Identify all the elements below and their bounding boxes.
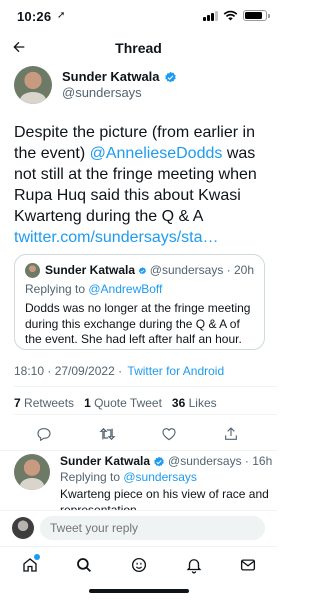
tweet-timestamp: 18:10 · 27/09/2022 · bbox=[14, 364, 126, 378]
heart-icon bbox=[162, 428, 176, 441]
quote-text: Dodds was no longer at the fringe meetin… bbox=[25, 301, 251, 346]
verified-badge-icon bbox=[154, 456, 164, 466]
verified-badge-icon bbox=[138, 266, 146, 274]
tweet-meta: 18:10 · 27/09/2022 · Twitter for Android bbox=[14, 364, 224, 378]
avatar bbox=[25, 263, 40, 278]
retweet-button[interactable] bbox=[97, 424, 117, 444]
divider bbox=[14, 386, 277, 387]
quote-meta: @sundersays · 20h bbox=[149, 263, 254, 277]
reply-meta: @sundersays · 16h bbox=[168, 454, 273, 468]
tab-notifications[interactable] bbox=[184, 555, 204, 575]
quote-replying-to: Replying to @AndrewBoff bbox=[25, 282, 254, 297]
tab-messages[interactable] bbox=[238, 555, 258, 575]
retweets-stat[interactable]: 7 Retweets bbox=[14, 396, 74, 410]
reply-body: Sunder Katwala @sundersays · 16h Replyin… bbox=[60, 454, 272, 518]
search-icon bbox=[77, 558, 92, 573]
avatar bbox=[12, 517, 34, 539]
likes-stat[interactable]: 36 Likes bbox=[172, 396, 217, 410]
reply-author-name: Sunder Katwala bbox=[60, 454, 151, 468]
reply-button[interactable] bbox=[34, 424, 54, 444]
tweet-stats: 7 Retweets 1 Quote Tweet 36 Likes bbox=[14, 396, 221, 410]
retweets-label: Retweets bbox=[24, 396, 75, 410]
reply-header: Sunder Katwala @sundersays · 16h bbox=[60, 454, 272, 469]
main-tweet: Sunder Katwala @sundersays Despite the p… bbox=[14, 66, 265, 248]
bottom-tab-bar bbox=[0, 546, 277, 580]
tweet-text: Despite the picture (from earlier in the… bbox=[14, 122, 264, 248]
author-name[interactable]: Sunder Katwala bbox=[62, 69, 177, 85]
wifi-icon bbox=[223, 10, 238, 21]
status-bar: 10:26 ➚ bbox=[0, 0, 277, 32]
retweet-icon bbox=[98, 427, 116, 441]
bell-icon bbox=[186, 559, 202, 574]
share-icon bbox=[225, 427, 237, 440]
verified-badge-icon bbox=[164, 71, 176, 82]
thread-header: Thread bbox=[0, 32, 277, 62]
tab-spaces[interactable] bbox=[129, 555, 149, 575]
quote-author-name: Sunder Katwala bbox=[45, 263, 136, 277]
replying-handle-link[interactable]: @sundersays bbox=[123, 470, 197, 484]
quotes-label: Quote Tweet bbox=[94, 396, 162, 410]
author-name-text: Sunder Katwala bbox=[62, 69, 160, 84]
avatar[interactable] bbox=[14, 454, 50, 490]
home-indicator bbox=[88, 589, 189, 593]
page-title: Thread bbox=[115, 40, 162, 56]
mention-link[interactable]: @AnnelieseDodds bbox=[90, 145, 223, 162]
replying-handle-link[interactable]: @AndrewBoff bbox=[88, 282, 162, 296]
quotes-stat[interactable]: 1 Quote Tweet bbox=[84, 396, 162, 410]
quote-header: Sunder Katwala @sundersays · 20h bbox=[25, 263, 254, 278]
quotes-count: 1 bbox=[84, 396, 91, 410]
tweet-actions bbox=[0, 424, 277, 444]
reply-tweet[interactable]: Sunder Katwala @sundersays · 16h Replyin… bbox=[14, 454, 272, 518]
location-icon: ➚ bbox=[57, 10, 66, 21]
notification-dot bbox=[34, 554, 40, 560]
tweet-author: Sunder Katwala @sundersays bbox=[14, 66, 265, 104]
status-time: 10:26 bbox=[17, 9, 52, 24]
quoted-tweet[interactable]: Sunder Katwala @sundersays · 20h Replyin… bbox=[14, 254, 265, 350]
reply-input[interactable] bbox=[40, 516, 265, 540]
tab-search[interactable] bbox=[74, 555, 94, 575]
client-link[interactable]: Twitter for Android bbox=[127, 364, 224, 378]
spaces-icon bbox=[131, 557, 147, 573]
battery-icon bbox=[243, 10, 270, 21]
signal-icon bbox=[203, 10, 218, 21]
replying-prefix: Replying to bbox=[60, 470, 124, 484]
battery-level bbox=[245, 12, 262, 19]
compose-bar bbox=[0, 510, 277, 544]
likes-label: Likes bbox=[188, 396, 217, 410]
divider bbox=[14, 414, 277, 415]
author-names: Sunder Katwala @sundersays bbox=[62, 69, 177, 101]
author-handle[interactable]: @sundersays bbox=[62, 85, 177, 101]
tab-home[interactable] bbox=[20, 554, 40, 575]
status-icons bbox=[203, 10, 270, 21]
reply-icon bbox=[37, 428, 51, 442]
like-button[interactable] bbox=[159, 424, 179, 444]
mail-icon bbox=[240, 559, 256, 571]
reply-replying-to: Replying to @sundersays bbox=[60, 470, 272, 485]
avatar[interactable] bbox=[14, 66, 52, 104]
tweet-link[interactable]: twitter.com/sundersays/sta… bbox=[14, 229, 219, 246]
retweets-count: 7 bbox=[14, 396, 21, 410]
divider bbox=[0, 450, 277, 451]
share-button[interactable] bbox=[221, 424, 241, 444]
replying-prefix: Replying to bbox=[25, 282, 89, 296]
likes-count: 36 bbox=[171, 396, 186, 410]
